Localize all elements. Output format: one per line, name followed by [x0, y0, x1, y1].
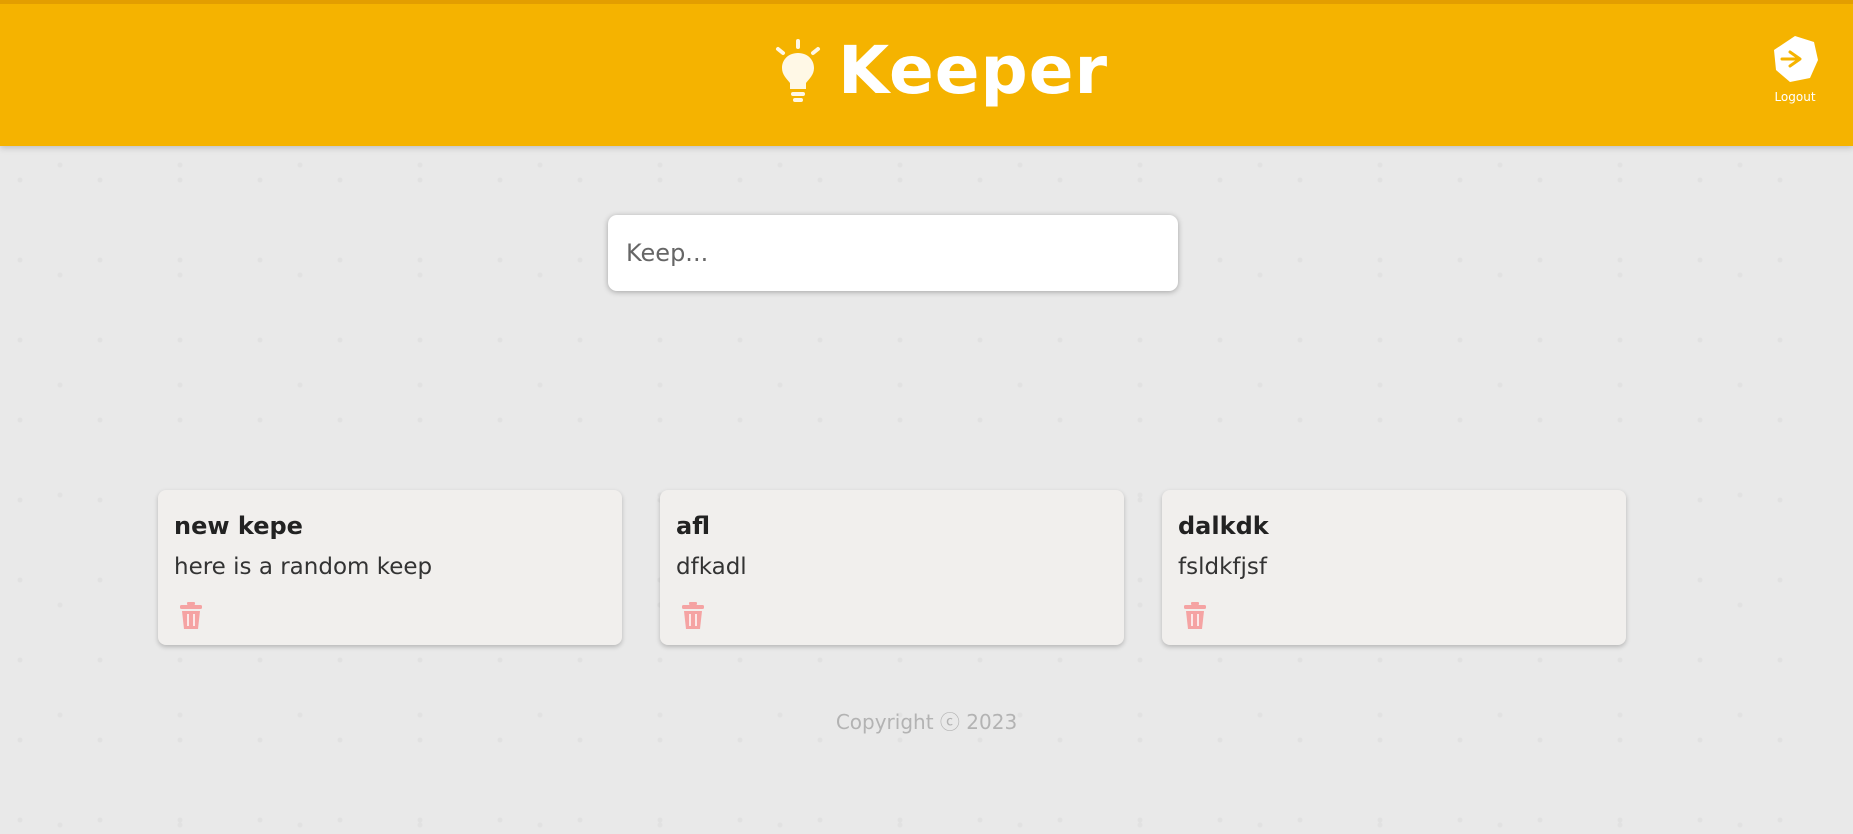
note-content: dfkadl	[676, 554, 747, 580]
note-card: dalkdk fsldkfjsf	[1162, 490, 1626, 645]
note-title: afl	[676, 512, 710, 540]
trash-icon	[682, 602, 704, 629]
note-card: afl dfkadl	[660, 490, 1124, 645]
delete-note-button[interactable]	[680, 601, 706, 631]
note-content: fsldkfjsf	[1178, 554, 1267, 580]
delete-note-button[interactable]	[1182, 601, 1208, 631]
trash-icon	[180, 602, 202, 629]
logout-icon	[1774, 36, 1818, 82]
note-title: dalkdk	[1178, 512, 1269, 540]
note-title: new kepe	[174, 512, 303, 540]
footer: Copyright ⓒ 2023	[0, 706, 1853, 735]
keep-input[interactable]	[624, 238, 1162, 268]
delete-note-button[interactable]	[178, 601, 204, 631]
app-title: Keeper	[838, 32, 1109, 109]
trash-icon	[1184, 602, 1206, 629]
copyright-text: Copyright ⓒ 2023	[835, 710, 1018, 734]
create-note-form	[608, 215, 1178, 291]
notes-list: new kepe here is a random keep afl dfkad…	[158, 490, 1626, 645]
logout-label: Logout	[1774, 90, 1816, 104]
lightbulb-icon	[776, 39, 820, 102]
note-content: here is a random keep	[174, 554, 433, 580]
brand: Keeper	[772, 38, 1108, 104]
logout-button[interactable]: Logout	[1759, 30, 1831, 104]
app-header: Keeper Logout	[0, 0, 1853, 146]
note-card: new kepe here is a random keep	[158, 490, 622, 645]
